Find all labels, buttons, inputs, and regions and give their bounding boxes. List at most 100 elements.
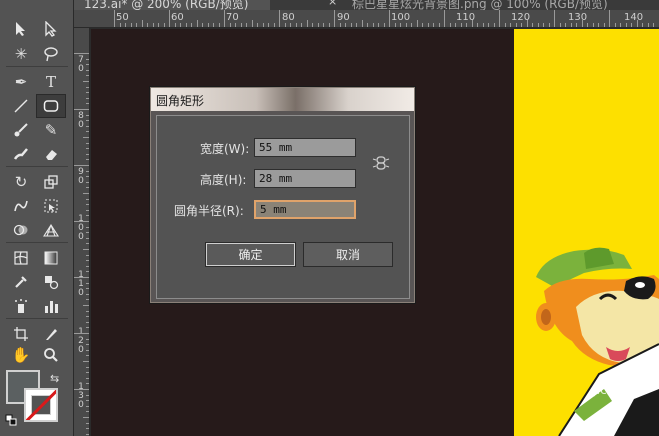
- line-tool-icon[interactable]: [6, 94, 36, 118]
- zoom-tool-icon[interactable]: [36, 343, 66, 367]
- close-tab-icon[interactable]: ×: [328, 0, 337, 8]
- width-label: 宽度(W):: [200, 142, 250, 156]
- swap-fill-stroke-icon[interactable]: ⇆: [50, 372, 59, 385]
- ruler-tick: [164, 23, 165, 27]
- magic-wand-tool-icon[interactable]: ✳: [6, 42, 36, 66]
- selection-tool-icon[interactable]: [6, 17, 36, 41]
- ruler-label: 8 0: [78, 111, 84, 130]
- free-transform-tool-icon[interactable]: [36, 194, 66, 218]
- ruler-tick: [648, 23, 649, 27]
- ruler-tick: [576, 23, 577, 27]
- corner-radius-label: 圆角半径(R):: [174, 204, 244, 218]
- ruler-tick: [86, 148, 89, 149]
- ruler-tick: [86, 344, 89, 345]
- ruler-label: 90: [337, 12, 350, 23]
- pen-tool-icon[interactable]: ✒: [6, 70, 36, 94]
- type-tool-icon[interactable]: T: [36, 70, 66, 94]
- direct-selection-tool-icon[interactable]: [36, 17, 66, 41]
- perspective-grid-tool-icon[interactable]: [36, 218, 66, 242]
- ruler-tick: [86, 143, 89, 144]
- ruler-tick: [323, 23, 324, 27]
- vertical-ruler[interactable]: 7 0 8 0 9 0 1 0 0 1 1 0 1 2 0 1 3 0: [74, 28, 90, 436]
- dialog-title-bar[interactable]: 圆角矩形: [151, 88, 414, 111]
- ruler-tick: [208, 23, 209, 27]
- ruler-tick: [439, 23, 440, 27]
- ruler-tick: [86, 131, 89, 132]
- ruler-tick: [301, 23, 302, 27]
- ruler-tick: [285, 23, 286, 27]
- horizontal-ruler[interactable]: 50 60 70 80 90 100 110 120 130 140: [74, 10, 659, 28]
- cartoon-bear-artwork[interactable]: [514, 29, 659, 436]
- ruler-tick: [74, 333, 89, 334]
- ruler-tick: [197, 20, 198, 27]
- paintbrush-tool-icon[interactable]: [6, 118, 36, 142]
- ruler-tick: [296, 23, 297, 27]
- ruler-tick: [86, 243, 89, 244]
- ruler-tick: [329, 23, 330, 27]
- ruler-tick: [86, 299, 89, 300]
- shape-builder-tool-icon[interactable]: [6, 218, 36, 242]
- tab-123-ai[interactable]: 123.ai* @ 200% (RGB/预览): [74, 0, 270, 10]
- ruler-tick: [86, 428, 89, 429]
- ruler-tick: [587, 23, 588, 27]
- ruler-tick: [637, 20, 638, 27]
- height-input[interactable]: 28 mm: [254, 169, 356, 188]
- ruler-tick: [86, 92, 89, 93]
- ruler-tick: [86, 316, 89, 317]
- ruler-tick: [86, 411, 89, 412]
- ruler-tick: [86, 238, 89, 239]
- ruler-tick: [395, 23, 396, 27]
- width-input[interactable]: 55 mm: [254, 138, 356, 157]
- ruler-tick: [83, 81, 89, 82]
- default-fill-stroke-icon[interactable]: [5, 411, 17, 426]
- constrain-proportions-link-icon[interactable]: [372, 154, 390, 172]
- gradient-tool-icon[interactable]: [36, 246, 66, 270]
- ruler-tick: [86, 232, 89, 233]
- warp-tool-icon[interactable]: [6, 194, 36, 218]
- mesh-tool-icon[interactable]: [6, 246, 36, 270]
- ok-button[interactable]: 确定: [205, 242, 296, 267]
- ruler-label: 60: [171, 12, 184, 23]
- ruler-tick: [549, 23, 550, 27]
- rounded-rectangle-tool-icon[interactable]: [36, 94, 66, 118]
- pencil-tool-icon[interactable]: ✎: [36, 118, 66, 142]
- ruler-tick: [455, 23, 456, 27]
- ruler-tick: [373, 23, 374, 27]
- scale-tool-icon[interactable]: [36, 170, 66, 194]
- ruler-tick: [609, 10, 610, 27]
- tab-background-png[interactable]: 棕巴星星炫光背景图.png @ 100% (RGB/预览): [342, 0, 659, 10]
- blend-tool-icon[interactable]: [36, 270, 66, 294]
- ruler-tick: [86, 98, 89, 99]
- ruler-tick: [235, 23, 236, 27]
- ruler-tick: [450, 23, 451, 27]
- blob-brush-tool-icon[interactable]: [6, 142, 36, 166]
- ruler-tick: [571, 23, 572, 27]
- ruler-tick: [230, 23, 231, 27]
- ruler-tick: [538, 23, 539, 27]
- ruler-tick: [351, 23, 352, 27]
- stroke-color-swatch[interactable]: [24, 388, 58, 422]
- ruler-tick: [290, 23, 291, 27]
- symbol-sprayer-tool-icon[interactable]: [6, 294, 36, 318]
- ruler-tick: [153, 23, 154, 27]
- rotate-tool-icon[interactable]: ↻: [6, 170, 36, 194]
- cancel-button[interactable]: 取消: [303, 242, 393, 267]
- ruler-tick: [516, 23, 517, 27]
- tools-panel: ✳ ✒ T ✎ ↻ ✋ ⇆: [0, 0, 74, 436]
- ruler-tick: [86, 159, 89, 160]
- eraser-tool-icon[interactable]: [36, 142, 66, 166]
- artboard[interactable]: [514, 29, 659, 436]
- column-graph-tool-icon[interactable]: [36, 294, 66, 318]
- ruler-tick: [86, 210, 89, 211]
- corner-radius-input[interactable]: 5 mm: [254, 200, 356, 219]
- ruler-tick: [543, 23, 544, 27]
- ruler-label: 140: [624, 12, 644, 23]
- ruler-tick: [340, 23, 341, 27]
- ruler-tick: [202, 23, 203, 27]
- hand-tool-icon[interactable]: ✋: [6, 343, 36, 367]
- ruler-label: 1 3 0: [78, 382, 84, 410]
- eyedropper-tool-icon[interactable]: [6, 270, 36, 294]
- lasso-tool-icon[interactable]: [36, 42, 66, 66]
- ruler-tick: [318, 23, 319, 27]
- ruler-tick: [86, 187, 89, 188]
